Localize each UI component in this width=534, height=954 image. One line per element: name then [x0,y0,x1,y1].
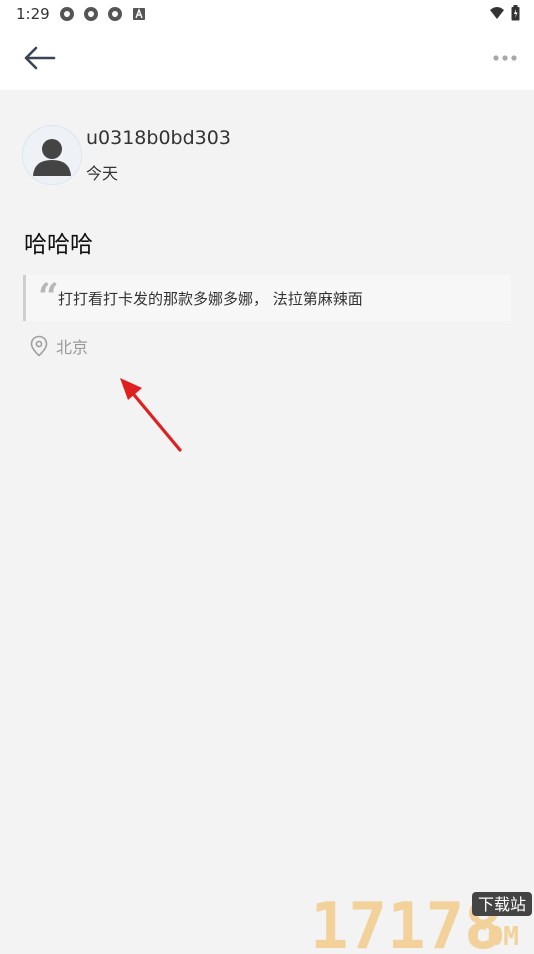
app-notification-icon [108,7,122,21]
quote-icon: “ [38,276,59,318]
app-notification-icon [84,7,98,21]
system-icons [489,5,520,21]
quote-text: 打打看打卡发的那款多娜多娜， 法拉第麻辣面 [58,290,363,308]
app-a-notification-icon [133,8,145,20]
location-pin-icon [30,335,48,357]
back-arrow-icon[interactable] [20,42,60,74]
location: 北京 [30,334,88,358]
location-text: 北京 [56,338,89,357]
avatar[interactable] [22,125,82,185]
notification-icons [59,6,147,22]
post-title: 哈哈哈 [24,232,93,258]
post-date: 今天 [86,164,119,183]
svg-text:COM: COM [472,922,519,950]
status-time: 1:29 [16,5,50,23]
wifi-icon [490,7,504,19]
author-username[interactable]: u0318b0bd303 [86,127,231,149]
status-bar: 1:29 [0,0,534,28]
app-notification-icon [60,7,74,21]
svg-text:下载站: 下载站 [478,895,526,914]
watermark-logo: 17178 下载站 COM [310,890,532,954]
battery-icon [511,5,520,21]
quote-block: “ 打打看打卡发的那款多娜多娜， 法拉第麻辣面 [23,275,511,321]
app-bar [0,28,534,90]
watermark: 17178 下载站 COM [310,888,534,954]
default-user-icon [33,139,71,176]
more-options-icon[interactable] [492,48,520,68]
red-arrow-annotation [120,378,182,452]
